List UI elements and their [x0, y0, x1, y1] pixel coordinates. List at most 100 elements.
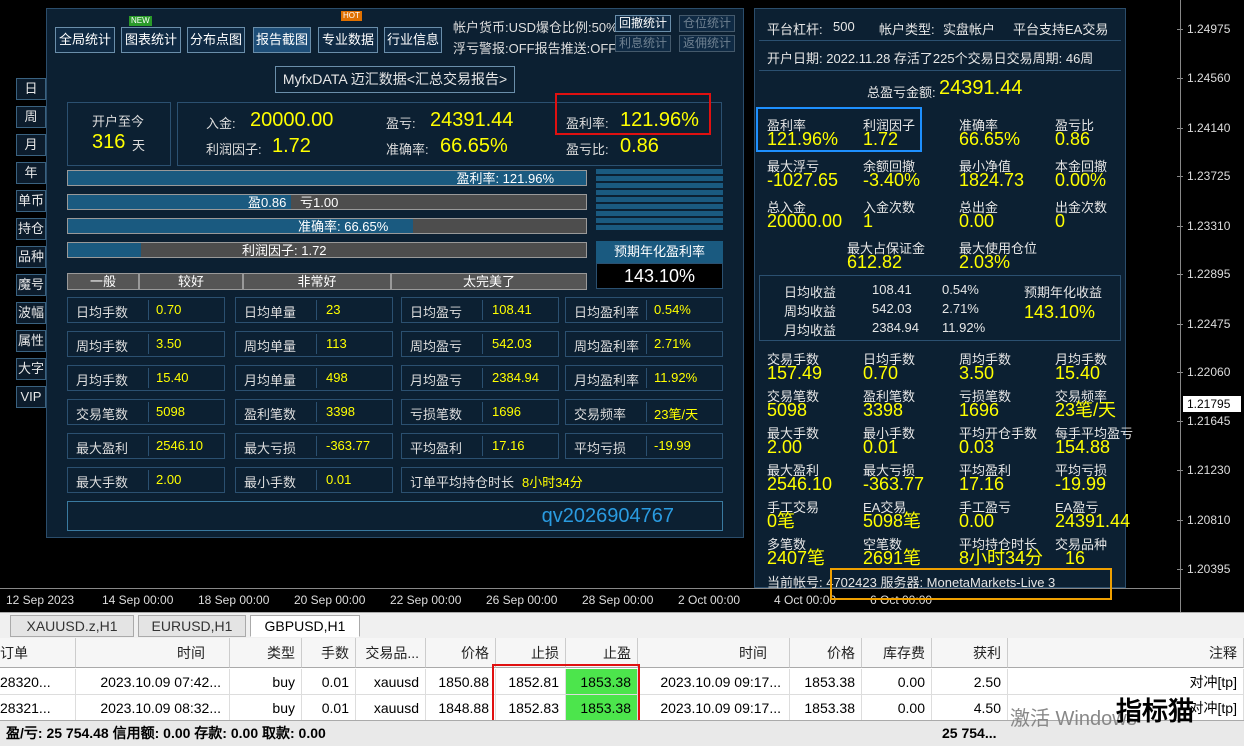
price-tick [1177, 226, 1183, 227]
cell-open-price: 1848.88 [426, 695, 496, 721]
stat-value: 0.00 [959, 511, 995, 531]
stat-label: 平均盈利 [410, 441, 463, 456]
col-close-price[interactable]: 价格 [790, 638, 862, 668]
stat-cell: 日均单量 23 [235, 297, 393, 323]
stat-cell: 月均盈亏 2384.94 [401, 365, 559, 391]
cell-divider [316, 436, 317, 456]
stat-value: 5098笔 [863, 511, 922, 531]
stat-cell: 日均盈亏 108.41 [401, 297, 559, 323]
tab-positions[interactable]: 持仓 [16, 218, 46, 240]
chart-stats-button[interactable]: 图表统计 [121, 27, 181, 53]
cell-divider [646, 436, 647, 456]
interest-stats-button[interactable]: 利息统计 [615, 35, 671, 52]
stat-value: 0.03 [959, 437, 995, 457]
col-profit[interactable]: 获利 [932, 638, 1008, 668]
stat-label: 日均盈利率 [574, 305, 640, 320]
time-label: 14 Sep 00:00 [102, 593, 174, 607]
period-tab-month[interactable]: 月 [16, 134, 46, 156]
stat-label: 交易笔数 [76, 407, 129, 422]
since-open-card: 开户至今 316 天 [67, 102, 171, 166]
stat-value: 154.88 [1055, 437, 1111, 457]
stat-label: 最大亏损 [244, 441, 297, 456]
stat-value: 1696 [492, 404, 521, 419]
tab-volatility[interactable]: 波幅 [16, 302, 46, 324]
col-symbol[interactable]: 交易品... [356, 638, 426, 668]
cell-divider [148, 470, 149, 490]
stat-label: 交易频率 [574, 407, 627, 422]
contact-banner: qv2026904767 [67, 501, 723, 531]
cell-divider [646, 402, 647, 422]
total-pnl-label: 总盈亏金额: [867, 85, 936, 100]
position-stats-button[interactable]: 仓位统计 [679, 15, 735, 32]
stat-value: 1696 [959, 400, 1000, 420]
tab-gbpusd[interactable]: GBPUSD,H1 [250, 615, 360, 637]
stat-value: 3.50 [156, 336, 182, 351]
distribution-chart-button[interactable]: 分布点图 [187, 27, 245, 53]
cell-divider [316, 368, 317, 388]
earnings-box: 日均收益 108.41 0.54% 周均收益 542.03 2.71% 月均收益… [759, 275, 1121, 341]
stat-cell: 盈利笔数 3398 [235, 399, 393, 425]
drawdown-stats-button[interactable]: 回撤统计 [615, 15, 671, 32]
report-screenshot-button[interactable]: 报告截图 [253, 27, 311, 53]
bar-label: 准确率: 66.65% [298, 219, 389, 234]
col-order[interactable]: 订单 [0, 638, 76, 668]
col-open-price[interactable]: 价格 [426, 638, 496, 668]
pl-ratio-value: 0.86 [620, 135, 659, 157]
stat-value: 23笔/天 [1055, 400, 1117, 420]
bar-label-profit: 盈0.86 [248, 195, 287, 210]
stat-label: 最大盈利 [76, 441, 129, 456]
col-type[interactable]: 类型 [230, 638, 302, 668]
cell-divider [316, 402, 317, 422]
total-profit: 25 754... [942, 725, 997, 741]
price-tick [1177, 470, 1183, 471]
tab-large-font[interactable]: 大字 [16, 358, 46, 380]
time-label: 12 Sep 2023 [6, 593, 75, 607]
col-swap[interactable]: 库存费 [862, 638, 932, 668]
bar-label: 盈利率: 121.96% [456, 171, 554, 186]
tab-magic-number[interactable]: 魔号 [16, 274, 46, 296]
price-label: 1.23725 [1187, 169, 1231, 183]
deposit-value: 20000.00 [250, 109, 334, 131]
col-comment[interactable]: 注释 [1008, 638, 1244, 668]
stat-value: 0.01 [326, 472, 352, 487]
rating-good: 较好 [139, 273, 243, 290]
tab-attributes[interactable]: 属性 [16, 330, 46, 352]
stat-value: 2.00 [156, 472, 182, 487]
price-tick [1177, 176, 1183, 177]
tab-vip[interactable]: VIP [16, 386, 46, 408]
stat-cell: 交易笔数 5098 [67, 399, 225, 425]
tab-xauusd[interactable]: XAUUSD.z,H1 [10, 615, 134, 637]
earnings-percent: 11.92% [942, 320, 986, 335]
col-volume[interactable]: 手数 [302, 638, 356, 668]
stat-label: 最大手数 [76, 475, 129, 490]
profit-factor-highlight [756, 107, 922, 152]
stat-cell: 最小手数 0.01 [235, 467, 393, 493]
stat-value: 17.16 [959, 474, 1005, 494]
stat-value: 0.86 [1055, 129, 1091, 149]
bar-label: 利润因子: 1.72 [242, 243, 327, 258]
industry-info-button[interactable]: 行业信息 [384, 27, 442, 53]
stat-value: 23 [326, 302, 341, 317]
rebate-stats-button[interactable]: 返佣统计 [679, 35, 735, 52]
stat-label: 月均盈亏 [410, 373, 463, 388]
period-tab-year[interactable]: 年 [16, 162, 46, 184]
time-label: 22 Sep 00:00 [390, 593, 462, 607]
cell-comment: 对冲[tp] [1008, 669, 1244, 695]
tab-symbols[interactable]: 品种 [16, 246, 46, 268]
period-tab-day[interactable]: 日 [16, 78, 46, 100]
global-stats-button[interactable]: 全局统计 [55, 27, 115, 53]
stat-cell: 日均手数 0.70 [67, 297, 225, 323]
period-tab-week[interactable]: 周 [16, 106, 46, 128]
stat-value: 113 [326, 336, 347, 351]
col-open-time[interactable]: 时间 [76, 638, 230, 668]
stat-value: -19.99 [1055, 474, 1107, 494]
col-close-time[interactable]: 时间 [638, 638, 790, 668]
tab-eurusd[interactable]: EURUSD,H1 [138, 615, 246, 637]
balance-summary: 盈/亏: 25 754.48 信用额: 0.00 存款: 0.00 取款: 0.… [6, 725, 326, 741]
hot-badge: HOT [341, 11, 362, 21]
tab-single-currency[interactable]: 单币 [16, 190, 46, 212]
pro-data-button[interactable]: 专业数据 [318, 27, 378, 53]
cell-divider [148, 436, 149, 456]
cell-divider [316, 300, 317, 320]
stat-value: 8小时34分 [959, 548, 1044, 568]
